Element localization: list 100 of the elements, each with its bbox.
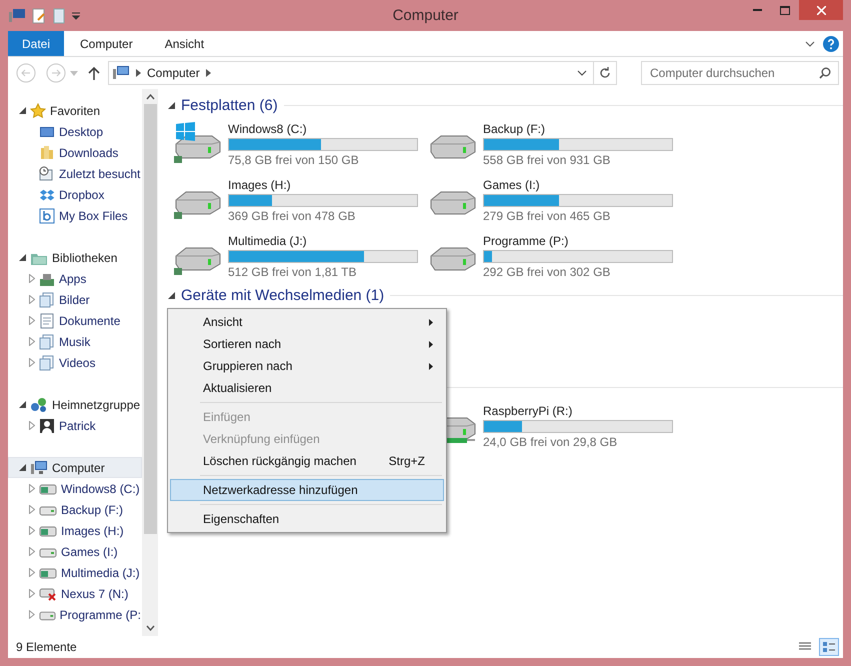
sidebar-item[interactable]: Images (H:) <box>8 520 142 541</box>
library-folder-icon <box>39 292 55 308</box>
drive-name[interactable]: Games (I:) <box>483 178 673 192</box>
collapse-arrow-icon <box>168 292 175 298</box>
menu-item[interactable]: Aktualisieren <box>170 377 444 399</box>
details-icon <box>799 642 811 652</box>
ribbon-tab[interactable]: Ansicht <box>148 31 220 56</box>
forward-icon <box>46 63 66 83</box>
sidebar-group[interactable]: Heimnetzgruppe <box>8 394 142 415</box>
help-icon <box>823 36 839 52</box>
maximize-icon <box>780 6 790 14</box>
collapse-arrow-icon <box>19 401 26 408</box>
menu-item[interactable]: Löschen rückgängig machen Strg+Z <box>170 450 444 472</box>
free-space-text: 24,0 GB frei von 29,8 GB <box>483 434 618 448</box>
collapse-arrow-icon <box>19 464 26 471</box>
sidebar-item[interactable]: Dropbox <box>8 184 142 205</box>
refresh-icon <box>599 67 611 79</box>
group-header[interactable]: Festplatten (6) <box>181 96 278 114</box>
drive-name[interactable]: Windows8 (C:) <box>228 122 418 136</box>
chevron-right-icon <box>136 69 141 77</box>
dropbox-icon <box>39 186 55 202</box>
menu-item[interactable]: Sortieren nach <box>170 333 444 355</box>
item-count: 9 Elemente <box>16 640 78 654</box>
document-icon <box>39 312 55 328</box>
system-drive-icon <box>172 122 222 166</box>
shared-drive-icon <box>39 566 57 580</box>
ribbon-tab[interactable]: Computer <box>64 31 149 56</box>
search-icon <box>819 67 831 79</box>
shared-drive-icon <box>39 524 57 538</box>
chevron-right-icon <box>206 69 211 77</box>
sidebar-item[interactable]: Nexus 7 (N:) <box>8 583 142 604</box>
menu-item[interactable]: Gruppieren nach <box>170 355 444 377</box>
shared-drive-icon <box>39 482 57 496</box>
collapse-arrow-icon <box>19 107 26 114</box>
user-icon <box>39 418 55 434</box>
drive-name[interactable]: RaspberryPi (R:) <box>483 404 673 418</box>
device-icon <box>39 586 57 600</box>
sidebar-group[interactable]: Computer <box>8 457 142 478</box>
caret-icon <box>72 12 80 20</box>
search-field[interactable]: Computer durchsuchen <box>641 61 839 85</box>
sidebar-item[interactable]: Games (I:) <box>8 541 142 562</box>
desktop-icon <box>39 124 55 138</box>
homegroup-icon <box>30 396 48 412</box>
new-folder-icon <box>52 8 66 24</box>
sidebar-item[interactable]: My Box Files <box>8 205 142 226</box>
star-icon <box>30 102 46 118</box>
scroll-down-icon <box>146 625 154 631</box>
drive-name[interactable]: Images (H:) <box>228 178 418 192</box>
computer-icon <box>8 8 26 24</box>
sidebar-item[interactable]: Downloads <box>8 142 142 163</box>
sidebar-item[interactable]: Videos <box>8 352 142 373</box>
group-header[interactable]: Geräte mit Wechselmedien (1) <box>181 286 384 304</box>
close-button[interactable] <box>799 0 843 20</box>
computer-icon <box>112 65 130 81</box>
drive-name[interactable]: Programme (P:) <box>483 234 673 248</box>
sidebar-item[interactable]: Apps <box>8 268 142 289</box>
address-crumb[interactable]: Computer <box>147 66 200 80</box>
sidebar-group[interactable]: Favoriten <box>8 100 142 121</box>
sidebar-item[interactable]: Desktop <box>8 121 142 142</box>
menu-item[interactable]: Ansicht <box>170 311 444 333</box>
tiles-view-button[interactable] <box>819 638 839 656</box>
drive-name[interactable]: Backup (F:) <box>483 122 673 136</box>
sidebar-item[interactable]: Multimedia (J:) <box>8 562 142 583</box>
menu-item[interactable]: Netzwerkadresse hinzufügen <box>170 479 444 501</box>
minimize-icon <box>752 8 762 12</box>
up-arrow-icon <box>88 66 100 80</box>
window-title: Computer <box>392 7 460 24</box>
free-space-text: 369 GB frei von 478 GB <box>228 208 356 222</box>
sidebar-item[interactable]: Bilder <box>8 289 142 310</box>
close-icon <box>816 6 826 14</box>
collapse-arrow-icon <box>168 102 175 108</box>
properties-icon <box>32 8 46 24</box>
free-space-text: 75,8 GB frei von 150 GB <box>228 152 360 166</box>
sidebar-item[interactable]: Programme (P: <box>8 604 142 625</box>
library-folder-icon <box>39 334 55 350</box>
box-icon <box>39 208 55 224</box>
scrollbar-thumb[interactable] <box>144 104 156 534</box>
free-space-text: 292 GB frei von 302 GB <box>483 264 612 278</box>
recent-places-icon <box>39 166 55 182</box>
drive-name[interactable]: Multimedia (J:) <box>228 234 418 248</box>
sidebar-item[interactable]: Backup (F:) <box>8 499 142 520</box>
tiles-icon <box>823 642 835 652</box>
library-folder-icon <box>39 354 55 370</box>
ribbon-tab[interactable]: Datei <box>8 31 64 56</box>
free-space-text: 558 GB frei von 931 GB <box>483 152 612 166</box>
address-bar[interactable]: Computer <box>108 61 617 85</box>
sidebar-item[interactable]: Musik <box>8 331 142 352</box>
free-space-text: 279 GB frei von 465 GB <box>483 208 612 222</box>
menu-item[interactable]: Eigenschaften <box>170 508 444 530</box>
sidebar-group[interactable]: Bibliotheken <box>8 247 142 268</box>
computer-icon <box>30 460 48 476</box>
caret-icon <box>70 70 78 76</box>
sidebar-item[interactable]: Patrick <box>8 415 142 436</box>
sidebar-item[interactable]: Dokumente <box>8 310 142 331</box>
sidebar-item[interactable]: Windows8 (C:) <box>8 478 142 499</box>
scrollbar[interactable] <box>142 89 158 636</box>
scroll-up-icon <box>146 94 154 100</box>
sidebar-item[interactable]: Zuletzt besucht <box>8 163 142 184</box>
back-icon <box>16 63 36 83</box>
free-space-text: 512 GB frei von 1,81 TB <box>228 264 358 278</box>
